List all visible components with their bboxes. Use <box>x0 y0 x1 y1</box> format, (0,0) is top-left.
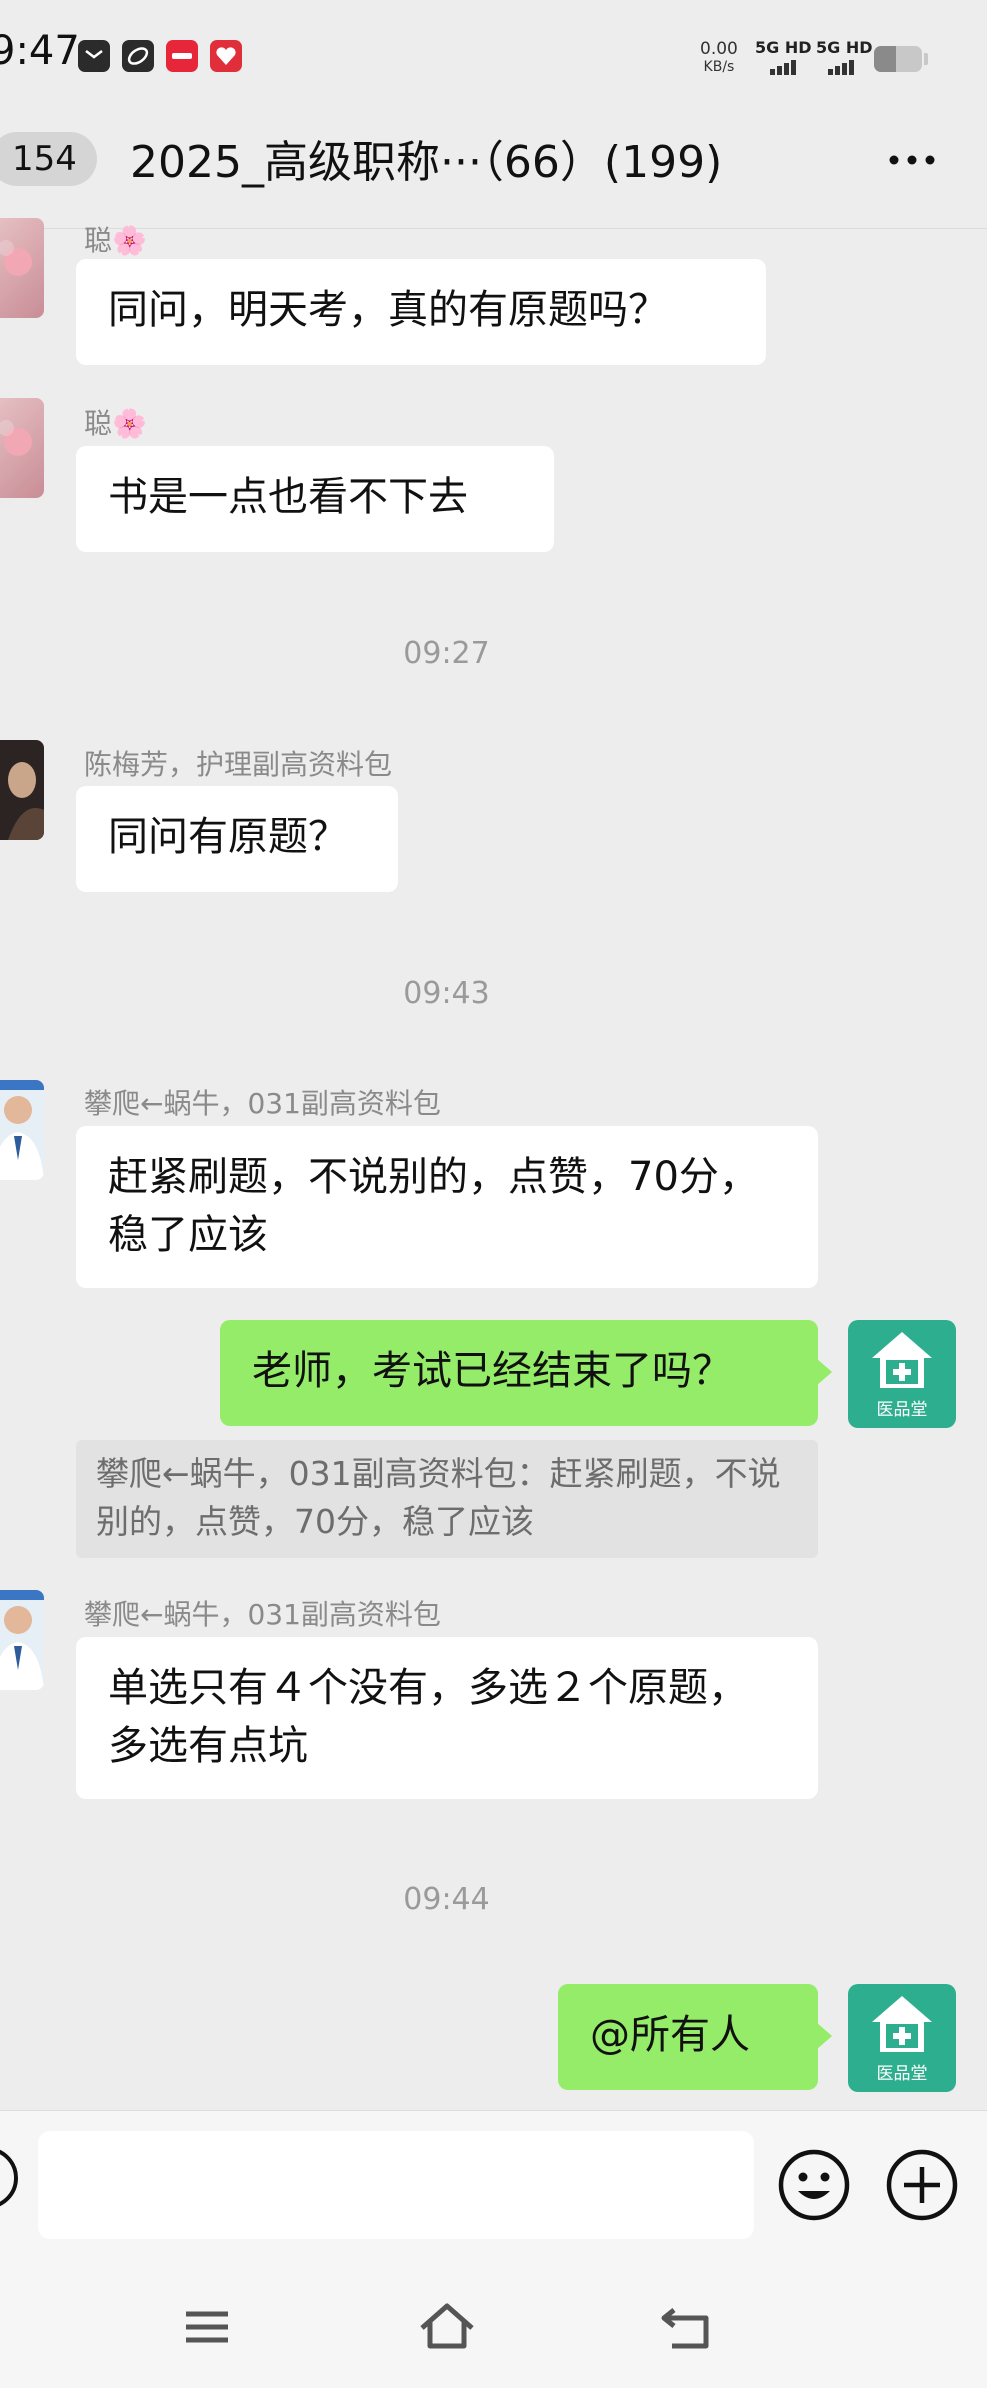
my-avatar-label: 医品堂 <box>876 2064 928 2084</box>
pinduoduo-app-icon <box>210 40 242 72</box>
menu-icon[interactable] <box>172 2292 242 2362</box>
battery-icon <box>874 46 922 72</box>
status-bar: 9:47 0.00 KB/s 5G HD 5G HD <box>0 0 987 120</box>
message-bubble[interactable]: 同问，明天考，真的有原题吗？ <box>76 259 766 365</box>
message-bubble[interactable]: 书是一点也看不下去 <box>76 446 554 552</box>
back-unread-badge[interactable]: 154 <box>0 132 97 186</box>
home-icon[interactable] <box>412 2292 482 2362</box>
sender-name: 攀爬←蜗牛，031副高资料包 <box>84 1598 441 1631</box>
message-timestamp: 09:27 <box>403 636 490 671</box>
battery-level <box>874 46 896 72</box>
avatar[interactable] <box>0 218 44 318</box>
message-bubble[interactable]: 同问有原题？ <box>76 786 398 892</box>
system-nav-bar <box>0 2270 987 2388</box>
sim2-signal-icon <box>828 56 856 75</box>
my-message-bubble[interactable]: @所有人 <box>558 1984 832 2090</box>
more-icon <box>889 155 935 165</box>
emoji-icon[interactable] <box>776 2147 852 2223</box>
battery-tip <box>924 53 928 65</box>
sport-app-icon <box>122 40 154 72</box>
message-timestamp: 09:44 <box>403 1882 490 1917</box>
sim1-signal-icon <box>770 56 798 75</box>
status-time: 9:47 <box>0 28 80 74</box>
my-avatar[interactable]: 医品堂 <box>848 1984 956 2092</box>
network-speed: 0.00 KB/s <box>700 40 738 76</box>
sender-name: 聪🌸 <box>84 224 147 257</box>
avatar[interactable] <box>0 740 44 840</box>
taobao-app-icon <box>166 40 198 72</box>
message-input[interactable] <box>38 2131 754 2239</box>
clinic-logo-icon <box>872 1332 932 1388</box>
my-message-bubble[interactable]: 老师，考试已经结束了吗？ <box>220 1320 832 1426</box>
my-avatar[interactable]: 医品堂 <box>848 1320 956 1428</box>
sender-name: 陈梅芳，护理副高资料包 <box>84 748 393 781</box>
chat-header: 154 2025_高级职称···（66）(199) <box>0 120 987 229</box>
back-icon[interactable] <box>652 2292 722 2362</box>
plus-icon[interactable] <box>884 2147 960 2223</box>
sim2-label: 5G HD <box>816 38 873 57</box>
chat-title: 2025_高级职称···（66）(199) <box>130 137 723 188</box>
avatar[interactable] <box>0 398 44 498</box>
my-avatar-label: 医品堂 <box>876 1400 928 1420</box>
message-timestamp: 09:43 <box>403 976 490 1011</box>
input-bar <box>0 2110 987 2271</box>
network-speed-value: 0.00 <box>700 39 738 59</box>
message-bubble[interactable]: 单选只有４个没有，多选２个原题，多选有点坑 <box>76 1637 818 1799</box>
quoted-message[interactable]: 攀爬←蜗牛，031副高资料包：赶紧刷题，不说别的，点赞，70分，稳了应该 <box>76 1440 818 1558</box>
network-speed-unit: KB/s <box>703 59 735 75</box>
avatar[interactable] <box>0 1080 44 1180</box>
sim1-label: 5G HD <box>755 38 812 57</box>
avatar[interactable] <box>0 1590 44 1690</box>
sender-name: 聪🌸 <box>84 407 147 440</box>
more-button[interactable] <box>880 132 944 186</box>
clinic-logo-icon <box>872 1996 932 2052</box>
voice-icon[interactable] <box>0 2147 18 2209</box>
mail-icon <box>78 40 110 72</box>
message-bubble[interactable]: 赶紧刷题，不说别的，点赞，70分，稳了应该 <box>76 1126 818 1288</box>
sender-name: 攀爬←蜗牛，031副高资料包 <box>84 1087 441 1120</box>
